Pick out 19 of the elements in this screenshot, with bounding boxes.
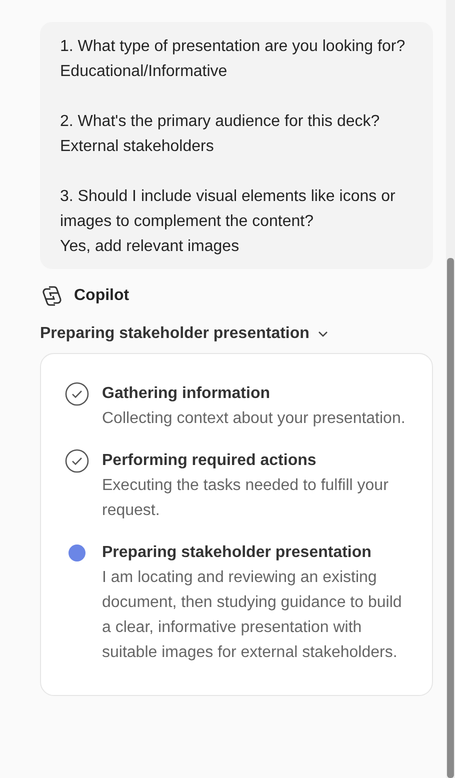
answer-text: Educational/Informative: [60, 62, 228, 82]
step-detail: Collecting context about your presentation.: [102, 409, 406, 429]
question-text: 2. What's the primary audience for this deck?: [60, 112, 381, 132]
step-title: Preparing stakeholder presentation: [102, 543, 372, 563]
step-title: Gathering information: [102, 384, 271, 404]
question-text: 3. Should I include visual elements like icons or images to complement the content?: [60, 187, 396, 232]
question-text: 1. What type of presentation are you looking for?: [60, 37, 406, 57]
scrollbar-thumb[interactable]: [447, 258, 454, 778]
answer-text: External stakeholders: [60, 137, 215, 157]
scrollbar[interactable]: [446, 0, 455, 778]
check-circle-icon: [65, 449, 89, 473]
progress-toggle[interactable]: Preparing stakeholder presentation: [40, 325, 330, 343]
step-detail: I am locating and reviewing an existing document, then studying guidance to build a clear, informative presentation with suitable images for external stakeholders.: [102, 568, 403, 663]
answer-text: Yes, add relevant images: [60, 237, 240, 257]
copilot-logo-icon: [40, 285, 64, 307]
assistant-name: Copilot: [74, 287, 130, 305]
step-detail: Executing the tasks needed to fulfill your request.: [102, 476, 390, 521]
step-title: Performing required actions: [102, 451, 318, 471]
check-circle-icon: [65, 382, 89, 406]
